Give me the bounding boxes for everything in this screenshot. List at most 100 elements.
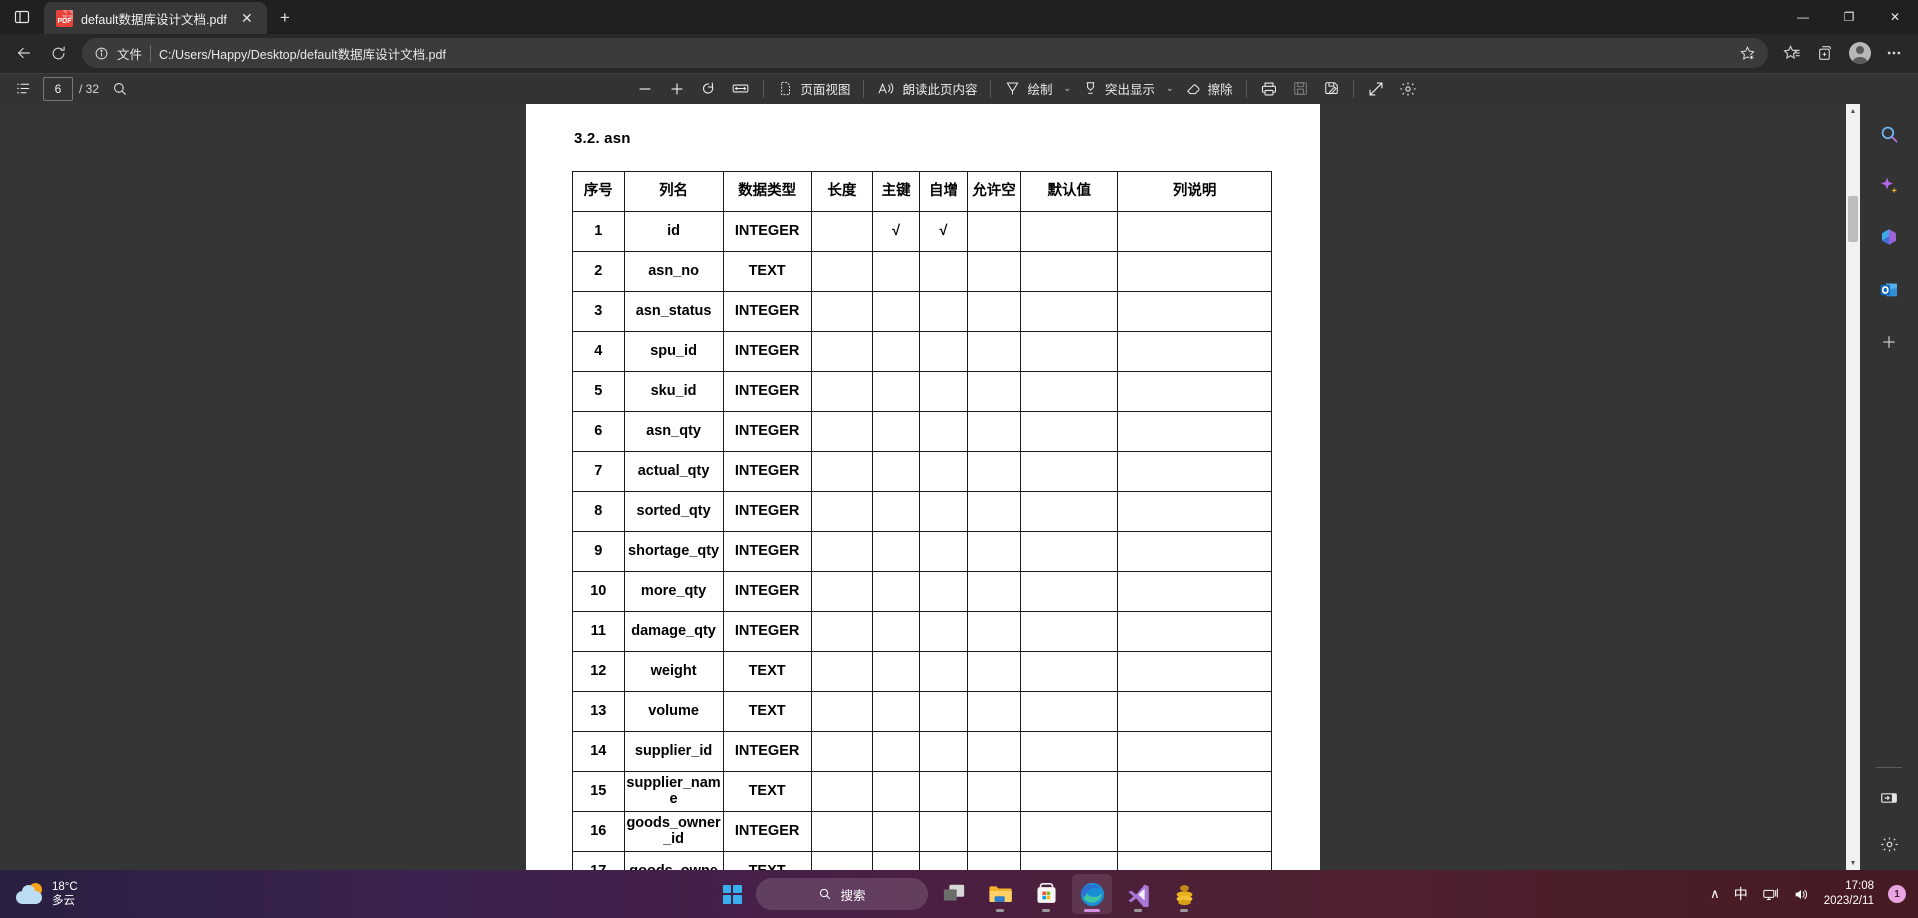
table-cell (871, 411, 921, 453)
close-window-button[interactable]: ✕ (1872, 0, 1918, 34)
table-cell (1020, 851, 1119, 870)
favorites-list-icon[interactable] (1776, 37, 1808, 69)
table-cell: 2 (572, 251, 625, 293)
notification-badge[interactable]: 1 (1888, 885, 1906, 903)
visual-studio-icon[interactable] (1118, 874, 1158, 914)
table-cell (966, 811, 1022, 853)
erase-button[interactable]: 擦除 (1178, 76, 1240, 102)
save-as-button[interactable] (1316, 76, 1347, 102)
clock-widget[interactable]: 17:08 2023/2/11 (1824, 879, 1874, 909)
table-cell: 15 (572, 771, 625, 813)
taskbar-center-group: 搜索 (714, 874, 1204, 914)
scroll-up-icon[interactable]: ▲ (1846, 104, 1860, 118)
volume-icon[interactable] (1793, 887, 1810, 902)
address-bar[interactable]: 文件 C:/Users/Happy/Desktop/default数据库设计文档… (82, 38, 1768, 69)
profile-avatar-icon[interactable] (1844, 37, 1876, 69)
read-aloud-button[interactable]: 朗读此页内容 (870, 76, 984, 102)
sidebar-settings-icon[interactable] (1873, 828, 1905, 860)
table-cell (1020, 571, 1119, 613)
more-options-icon[interactable] (1878, 37, 1910, 69)
table-cell: 9 (572, 531, 625, 573)
microsoft-edge-icon[interactable] (1072, 874, 1112, 914)
table-cell: INTEGER (722, 371, 812, 413)
microsoft-store-icon[interactable] (1026, 874, 1066, 914)
tray-chevron-up-icon[interactable]: ∧ (1710, 886, 1720, 902)
table-cell (966, 851, 1022, 870)
file-explorer-icon[interactable] (980, 874, 1020, 914)
table-cell (966, 211, 1022, 253)
draw-label: 绘制 (1027, 83, 1053, 98)
table-cell (810, 771, 874, 813)
database-schema-table: 序号 列名 数据类型 长度 主键 自增 允许空 默认值 列说明 1 id INTEGER √ √ 2 asn… (572, 171, 1272, 870)
start-button[interactable] (714, 876, 750, 912)
task-view-icon[interactable] (934, 874, 974, 914)
table-header-cell: 列名 (623, 171, 724, 213)
table-cell: TEXT (722, 251, 812, 293)
maximize-button[interactable]: ❐ (1826, 0, 1872, 34)
network-icon[interactable] (1762, 887, 1779, 902)
page-view-button[interactable]: 页面视图 (770, 76, 857, 102)
copilot-sparkle-icon[interactable] (1873, 170, 1905, 202)
document-scroll-area[interactable]: 3.2. asn 序号 列名 数据类型 长度 主键 自增 允许空 默认值 列说明 1 id INTE… (0, 104, 1846, 870)
rotate-icon[interactable] (693, 76, 724, 102)
table-cell (871, 491, 921, 533)
new-tab-button[interactable]: + (273, 6, 297, 30)
table-cell (966, 731, 1022, 773)
search-icon[interactable] (105, 76, 135, 102)
navicat-icon[interactable] (1164, 874, 1204, 914)
table-cell (810, 451, 874, 493)
table-cell (919, 331, 968, 373)
table-cell: asn_status (623, 291, 724, 333)
highlight-button[interactable]: 突出显示 (1075, 76, 1162, 102)
table-cell (966, 331, 1022, 373)
tab-close-icon[interactable]: ✕ (235, 6, 259, 30)
sidebar-toggle-icon[interactable] (1873, 782, 1905, 814)
table-cell (1020, 531, 1119, 573)
draw-button[interactable]: 绘制 (997, 76, 1059, 102)
table-cell: damage_qty (623, 611, 724, 653)
page-list-icon[interactable] (8, 76, 39, 102)
table-cell: goods_owne (623, 851, 724, 870)
print-button[interactable] (1253, 76, 1285, 102)
edge-sidebar-rail (1860, 104, 1918, 870)
fullscreen-button[interactable] (1360, 76, 1392, 102)
taskbar-search-box[interactable]: 搜索 (756, 878, 928, 910)
browser-tab[interactable]: PDF default数据库设计文档.pdf ✕ (44, 2, 267, 34)
table-cell (1020, 291, 1119, 333)
add-tool-icon[interactable] (1873, 326, 1905, 358)
minimize-button[interactable]: — (1780, 0, 1826, 34)
table-cell (1117, 771, 1272, 813)
pdf-page: 3.2. asn 序号 列名 数据类型 长度 主键 自增 允许空 默认值 列说明 1 id INTE… (526, 104, 1320, 870)
fit-to-width-icon[interactable] (724, 76, 757, 102)
collections-icon[interactable] (1810, 37, 1842, 69)
scroll-down-icon[interactable]: ▼ (1846, 856, 1860, 870)
outlook-icon[interactable] (1873, 274, 1905, 306)
refresh-icon[interactable] (42, 37, 74, 69)
table-cell (1117, 371, 1272, 413)
zoom-out-button[interactable] (629, 76, 661, 102)
table-row: 16 goods_owner_id INTEGER (572, 811, 1272, 853)
table-cell: INTEGER (722, 411, 812, 453)
add-favorite-star-icon[interactable] (1739, 45, 1756, 62)
draw-chevron-down-icon[interactable]: ⌄ (1059, 83, 1075, 94)
table-cell (919, 491, 968, 533)
ime-indicator[interactable]: 中 (1734, 884, 1748, 904)
table-header-cell: 默认值 (1020, 171, 1119, 213)
highlight-chevron-down-icon[interactable]: ⌄ (1162, 83, 1178, 94)
table-cell (966, 411, 1022, 453)
search-icon[interactable] (1873, 118, 1905, 150)
document-scrollbar[interactable]: ▲ ▼ (1846, 104, 1860, 870)
back-arrow-icon[interactable] (8, 37, 40, 69)
table-cell: INTEGER (722, 611, 812, 653)
weather-widget[interactable]: 18°C 多云 (0, 880, 200, 909)
zoom-in-button[interactable] (661, 76, 693, 102)
settings-gear-icon[interactable] (1392, 76, 1424, 102)
table-header-cell: 序号 (572, 171, 625, 213)
table-header-cell: 长度 (810, 171, 874, 213)
save-button[interactable] (1285, 76, 1316, 102)
page-number-input[interactable]: 6 (43, 76, 73, 101)
microsoft-365-icon[interactable] (1873, 222, 1905, 254)
tab-actions-icon[interactable] (0, 0, 44, 34)
table-cell (871, 451, 921, 493)
scrollbar-thumb[interactable] (1848, 196, 1858, 243)
